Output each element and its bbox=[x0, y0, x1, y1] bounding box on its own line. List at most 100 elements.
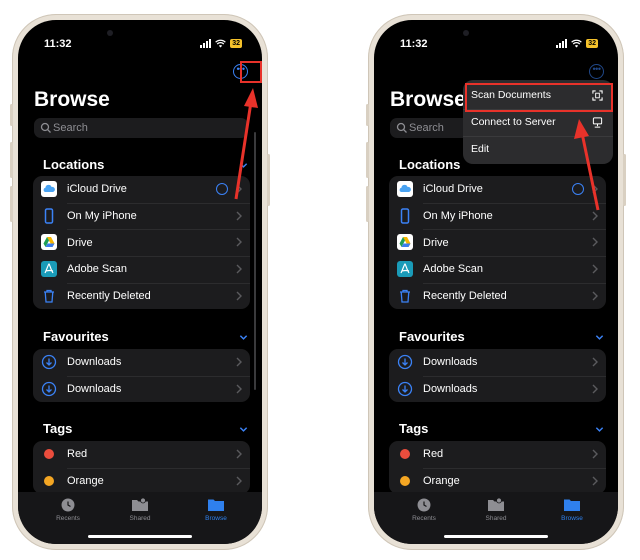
location-item-drive[interactable]: Drive bbox=[33, 229, 250, 256]
section-header-locations[interactable]: Locations bbox=[399, 157, 460, 172]
section-header-tags[interactable]: Tags bbox=[399, 421, 428, 436]
shared-folder-icon bbox=[132, 498, 148, 511]
favourite-item-downloads[interactable]: Downloads bbox=[389, 375, 606, 403]
chevron-down-icon[interactable] bbox=[595, 333, 604, 342]
volume-down-button bbox=[366, 186, 369, 222]
status-bar: 11:32 32 bbox=[18, 38, 262, 52]
orange-tag-dot bbox=[44, 475, 54, 486]
tag-label: Orange bbox=[67, 475, 104, 488]
chevron-right-icon bbox=[592, 264, 598, 274]
iphone-icon bbox=[400, 207, 410, 224]
side-button bbox=[366, 104, 369, 126]
files-screen: 11:32 32 ••• Browse Search Locations iCl… bbox=[18, 20, 262, 544]
chevron-down-icon[interactable] bbox=[239, 333, 248, 342]
arrow-icon bbox=[234, 88, 258, 200]
chevron-right-icon bbox=[236, 237, 242, 247]
shared-folder-icon bbox=[488, 498, 504, 511]
location-item-adobe-scan[interactable]: Adobe Scan bbox=[33, 256, 250, 283]
chevron-down-icon[interactable] bbox=[239, 425, 248, 434]
page-title: Browse bbox=[390, 88, 466, 111]
locations-list: iCloud Drive On My iPhone Drive Adobe Sc… bbox=[33, 176, 250, 310]
red-tag-dot bbox=[44, 449, 54, 459]
trash-icon bbox=[44, 289, 54, 303]
location-label: On My iPhone bbox=[423, 210, 493, 223]
favourite-item-downloads[interactable]: Downloads bbox=[33, 375, 250, 403]
section-header-tags[interactable]: Tags bbox=[43, 421, 72, 436]
chevron-right-icon bbox=[236, 384, 242, 394]
highlight-box bbox=[465, 83, 613, 112]
chevron-right-icon bbox=[236, 476, 242, 486]
clock-icon bbox=[61, 498, 75, 512]
orange-tag-dot bbox=[400, 475, 410, 486]
location-item-drive[interactable]: Drive bbox=[389, 229, 606, 256]
search-icon bbox=[40, 122, 51, 133]
tab-label: Recents bbox=[56, 515, 80, 522]
signal-icon bbox=[200, 39, 212, 48]
battery-icon: 32 bbox=[586, 39, 598, 48]
section-header-favourites[interactable]: Favourites bbox=[43, 329, 109, 344]
section-header-favourites[interactable]: Favourites bbox=[399, 329, 465, 344]
download-icon bbox=[397, 354, 413, 370]
tag-label: Red bbox=[423, 448, 444, 461]
google-drive-icon bbox=[397, 234, 413, 251]
tab-browse[interactable]: Browse bbox=[542, 498, 602, 522]
location-label: iCloud Drive bbox=[67, 183, 127, 196]
favourite-label: Downloads bbox=[67, 356, 122, 369]
volume-up-button bbox=[366, 142, 369, 178]
favourite-label: Downloads bbox=[67, 383, 122, 396]
page-title: Browse bbox=[34, 88, 110, 111]
tab-browse[interactable]: Browse bbox=[186, 498, 246, 522]
chevron-right-icon bbox=[236, 264, 242, 274]
tab-bar: Recents Shared Browse bbox=[374, 492, 618, 544]
tag-item-red[interactable]: Red bbox=[33, 441, 250, 468]
chevron-right-icon bbox=[592, 357, 598, 367]
home-indicator[interactable] bbox=[88, 535, 192, 538]
location-item-on-my-iphone[interactable]: On My iPhone bbox=[33, 202, 250, 230]
adobe-scan-icon bbox=[41, 261, 57, 278]
download-icon bbox=[397, 381, 413, 396]
favourites-list: Downloads Downloads bbox=[389, 349, 606, 403]
chevron-right-icon bbox=[592, 476, 598, 486]
files-screen: 11:32 32 ••• Browse Search Locations iCl… bbox=[374, 20, 618, 544]
tab-shared[interactable]: Shared bbox=[110, 498, 170, 522]
search-input[interactable]: Search bbox=[34, 118, 248, 138]
clock-icon bbox=[417, 498, 431, 512]
signal-icon bbox=[556, 39, 568, 48]
power-button bbox=[623, 154, 626, 206]
tag-label: Orange bbox=[423, 475, 460, 488]
tag-item-orange[interactable]: Orange bbox=[33, 467, 250, 495]
tab-recents[interactable]: Recents bbox=[38, 498, 98, 522]
chevron-right-icon bbox=[236, 211, 242, 221]
iphone-icon bbox=[44, 207, 54, 224]
tag-item-red[interactable]: Red bbox=[389, 441, 606, 468]
favourite-item-downloads[interactable]: Downloads bbox=[389, 349, 606, 376]
sync-progress-icon bbox=[216, 183, 228, 195]
section-header-locations[interactable]: Locations bbox=[43, 157, 104, 172]
status-bar: 11:32 32 bbox=[374, 38, 618, 52]
status-time: 11:32 bbox=[44, 38, 72, 50]
location-label: Recently Deleted bbox=[423, 290, 507, 303]
more-options-button[interactable]: ••• bbox=[589, 64, 604, 79]
home-indicator[interactable] bbox=[444, 535, 548, 538]
tag-label: Red bbox=[67, 448, 88, 461]
search-icon bbox=[396, 122, 407, 133]
favourite-item-downloads[interactable]: Downloads bbox=[33, 349, 250, 376]
tab-label: Shared bbox=[485, 515, 507, 522]
location-item-recently-deleted[interactable]: Recently Deleted bbox=[389, 282, 606, 310]
status-time: 11:32 bbox=[400, 38, 428, 50]
chevron-down-icon[interactable] bbox=[595, 425, 604, 434]
location-item-recently-deleted[interactable]: Recently Deleted bbox=[33, 282, 250, 310]
favourite-label: Downloads bbox=[423, 356, 478, 369]
tab-label: Browse bbox=[205, 515, 227, 522]
location-label: Adobe Scan bbox=[67, 263, 127, 276]
favourites-list: Downloads Downloads bbox=[33, 349, 250, 403]
front-camera bbox=[463, 30, 469, 36]
tab-shared[interactable]: Shared bbox=[466, 498, 526, 522]
location-item-icloud[interactable]: iCloud Drive bbox=[33, 176, 250, 203]
wifi-icon bbox=[571, 39, 583, 48]
tab-recents[interactable]: Recents bbox=[394, 498, 454, 522]
volume-down-button bbox=[10, 186, 13, 222]
location-item-adobe-scan[interactable]: Adobe Scan bbox=[389, 256, 606, 283]
wifi-icon bbox=[215, 39, 227, 48]
tag-item-orange[interactable]: Orange bbox=[389, 467, 606, 495]
